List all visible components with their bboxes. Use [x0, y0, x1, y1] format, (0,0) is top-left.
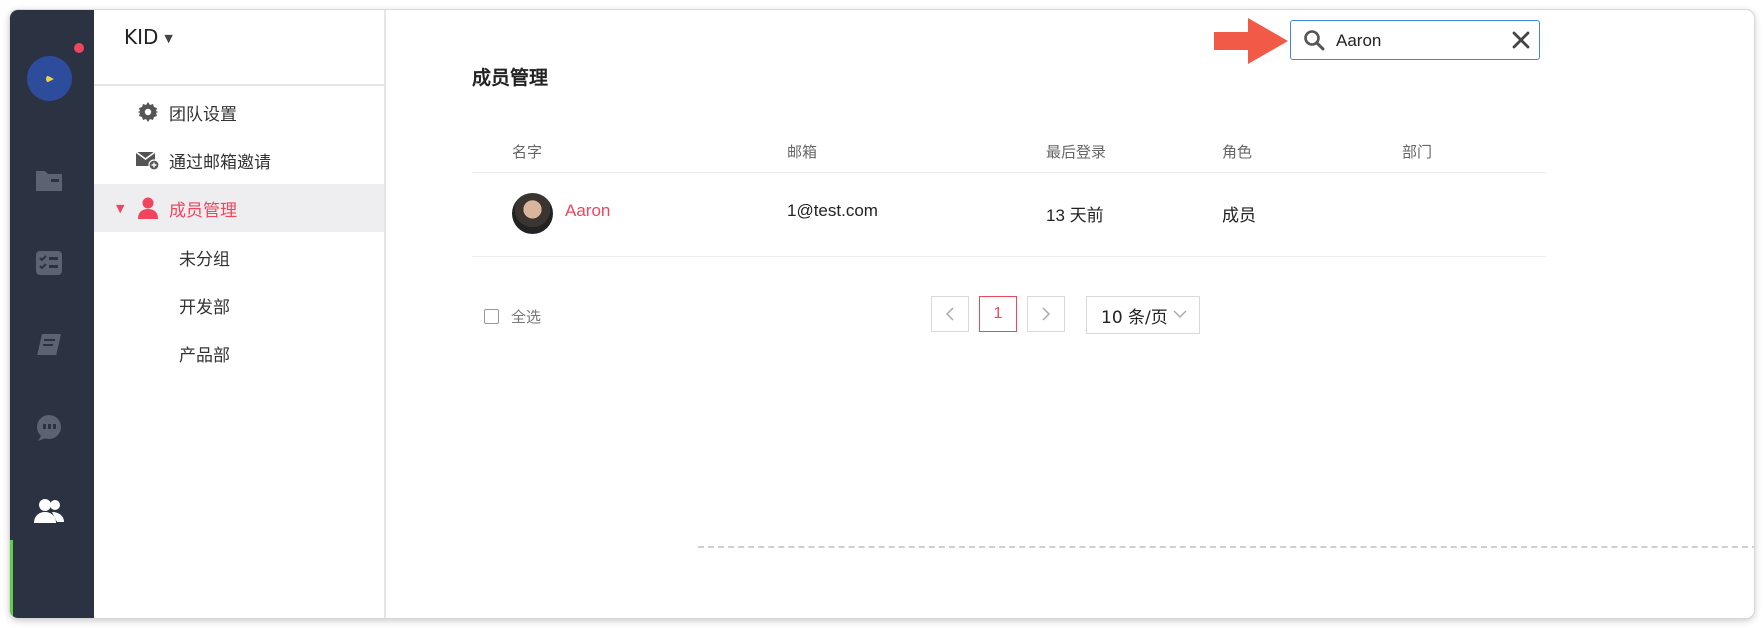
search-input[interactable]: [1334, 27, 1498, 55]
sidebar-item-team-settings[interactable]: 团队设置: [94, 88, 384, 136]
chevron-down-icon: ▼: [116, 201, 125, 215]
team-avatar[interactable]: [27, 56, 72, 101]
search-icon: [1304, 30, 1325, 51]
column-header-last-login[interactable]: 最后登录: [1046, 141, 1106, 162]
sidebar-item-member-management[interactable]: ▼ 成员管理: [94, 184, 384, 232]
logo-mark-icon: [46, 75, 54, 83]
main-content: 成员管理 名字 邮箱 最后登录 角色 部门 Aaron 1@test.com: [386, 10, 1754, 618]
chevron-down-icon: [1173, 310, 1187, 318]
sidebar-subitem-product-dept[interactable]: 产品部: [179, 341, 230, 366]
page-title: 成员管理: [472, 67, 549, 89]
chat-icon[interactable]: [34, 413, 64, 443]
chevron-left-icon: [945, 307, 954, 321]
tasks-icon[interactable]: [34, 248, 64, 278]
team-switcher[interactable]: KID ▼: [124, 25, 173, 49]
next-page-button[interactable]: [1027, 296, 1065, 332]
sidebar-item-label: 成员管理: [169, 200, 237, 221]
page-size-select[interactable]: 10 条/页: [1086, 296, 1200, 334]
page-number-button[interactable]: 1: [979, 296, 1017, 332]
table-header: 名字 邮箱 最后登录 角色 部门: [472, 128, 1546, 173]
folder-icon[interactable]: [34, 165, 64, 195]
sidebar-subitem-ungrouped[interactable]: 未分组: [179, 245, 230, 270]
column-header-email[interactable]: 邮箱: [787, 141, 817, 162]
member-search-box[interactable]: [1290, 20, 1540, 60]
team-name: KID: [124, 25, 159, 49]
select-all-checkbox[interactable]: [484, 309, 499, 324]
close-icon[interactable]: [1511, 30, 1531, 50]
member-role[interactable]: 成员: [1222, 201, 1256, 226]
member-email: 1@test.com: [787, 201, 878, 220]
sidebar-item-label: 团队设置: [169, 104, 237, 125]
app-rail: [10, 10, 94, 618]
page-size-label: 10 条/页: [1101, 307, 1168, 328]
book-icon[interactable]: [34, 331, 64, 361]
arrow-annotation-icon: [1214, 18, 1288, 64]
sidebar-item-invite-by-email[interactable]: 通过邮箱邀请: [94, 136, 384, 184]
chevron-right-icon: [1042, 307, 1051, 321]
sidebar-item-label: 通过邮箱邀请: [169, 152, 271, 173]
select-all-label: 全选: [511, 308, 542, 326]
sidebar-subitem-dev-dept[interactable]: 开发部: [179, 293, 230, 318]
table-row[interactable]: Aaron 1@test.com 13 天前 成员: [472, 172, 1546, 257]
gear-icon: [136, 100, 160, 124]
prev-page-button[interactable]: [931, 296, 969, 332]
settings-sidebar: KID ▼ 团队设置 通过邮箱邀请 ▼ 成员管理 未分组 开发部 产品部: [94, 10, 386, 618]
rail-active-indicator: [10, 540, 13, 618]
members-icon[interactable]: [34, 496, 64, 526]
user-icon: [136, 196, 160, 220]
avatar: [512, 193, 553, 234]
member-name-link[interactable]: Aaron: [565, 201, 610, 221]
chevron-down-icon: ▼: [164, 31, 173, 45]
notification-dot: [74, 43, 84, 53]
bottom-dashed-divider: [698, 546, 1754, 548]
column-header-role[interactable]: 角色: [1222, 141, 1252, 162]
mail-add-icon: [136, 148, 160, 172]
select-all[interactable]: 全选: [484, 306, 541, 327]
app-window: KID ▼ 团队设置 通过邮箱邀请 ▼ 成员管理 未分组 开发部 产品部 成员管…: [10, 10, 1754, 618]
column-header-name[interactable]: 名字: [512, 141, 542, 162]
member-last-login: 13 天前: [1046, 206, 1104, 225]
sidebar-divider: [94, 84, 384, 86]
column-header-department[interactable]: 部门: [1402, 141, 1432, 162]
